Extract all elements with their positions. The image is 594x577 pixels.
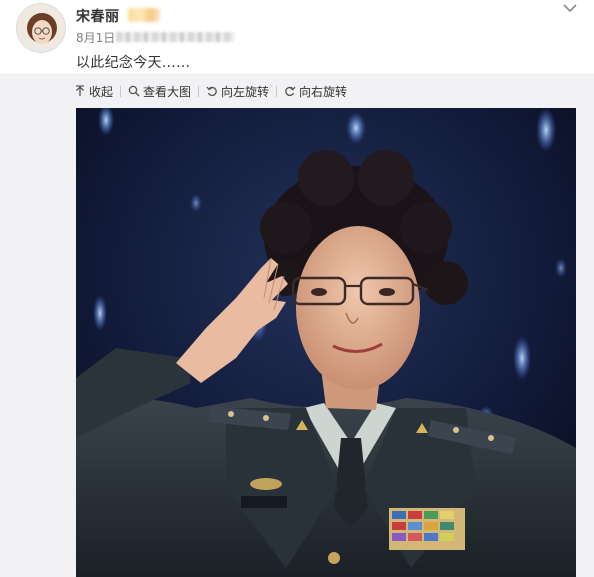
rotate-right-icon <box>285 86 296 97</box>
view-large-button[interactable]: 查看大图 <box>128 83 191 100</box>
user-avatar[interactable] <box>16 3 66 53</box>
arrow-up-icon <box>76 85 84 96</box>
blurred-badge <box>128 8 160 22</box>
post-text: 以此纪念今天…… <box>76 55 191 71</box>
weibo-post-card: 宋春丽 8月1日 以此纪念今天…… 收起 查看大图 向左旋转 向右旋转 <box>0 0 594 577</box>
rotate-right-button[interactable]: 向右旋转 <box>284 83 347 100</box>
toolbar-separator <box>198 85 200 97</box>
blurred-source <box>116 32 234 42</box>
rotate-right-label: 向右旋转 <box>299 84 348 99</box>
media-toolbar: 收起 查看大图 向左旋转 向右旋转 <box>74 82 347 100</box>
rotate-left-label: 向左旋转 <box>221 84 270 99</box>
toolbar-separator <box>120 85 122 97</box>
view-large-label: 查看大图 <box>143 84 192 99</box>
rotate-left-button[interactable]: 向左旋转 <box>206 83 269 100</box>
collapse-label: 收起 <box>89 84 114 99</box>
magnifier-icon <box>128 85 140 97</box>
post-time[interactable]: 8月1日 <box>76 29 115 46</box>
collapse-button[interactable]: 收起 <box>74 83 113 100</box>
rotate-left-icon <box>206 86 217 97</box>
toolbar-separator <box>276 85 278 97</box>
post-photo[interactable] <box>76 108 576 577</box>
author-name[interactable]: 宋春丽 <box>76 6 120 26</box>
chevron-down-icon[interactable] <box>562 0 578 13</box>
